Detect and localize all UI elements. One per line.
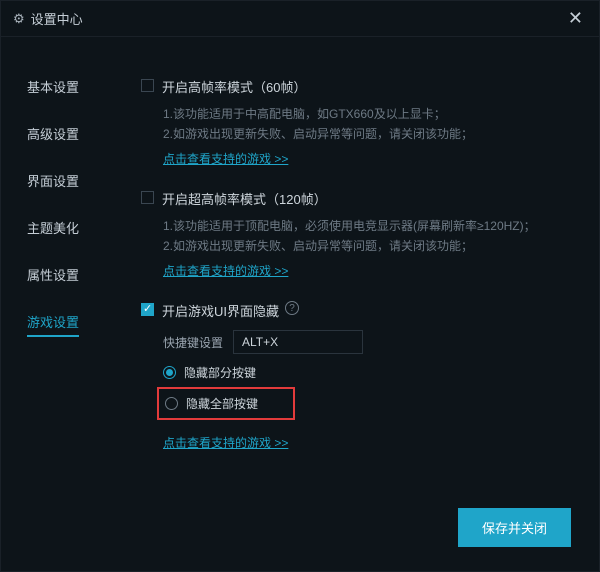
section-ultra-fps: 开启超高帧率模式（120帧） 1.该功能适用于顶配电脑，必须使用电竞显示器(屏幕… <box>141 189 579 279</box>
ultra-fps-link[interactable]: 点击查看支持的游戏 >> <box>163 262 288 279</box>
radio-label-all: 隐藏全部按键 <box>186 395 258 412</box>
radio-hide-all[interactable]: 隐藏全部按键 <box>165 395 279 412</box>
highlight-box: 隐藏全部按键 <box>157 387 295 420</box>
high-fps-link[interactable]: 点击查看支持的游戏 >> <box>163 150 288 167</box>
sidebar-item-basic[interactable]: 基本设置 <box>27 77 79 96</box>
radio-hide-partial[interactable]: 隐藏部分按键 <box>163 364 579 381</box>
sidebar-item-ui[interactable]: 界面设置 <box>27 171 79 190</box>
sidebar-item-advanced[interactable]: 高级设置 <box>27 124 79 143</box>
section-hide-ui: 开启游戏UI界面隐藏 ? 快捷键设置 隐藏部分按键 隐藏全部按键 点击查看支持的… <box>141 301 579 451</box>
high-fps-desc2: 2.如游戏出现更新失败、启动异常等问题，请关闭该功能； <box>163 124 579 144</box>
window-title: 设置中心 <box>31 9 83 28</box>
sidebar-item-game[interactable]: 游戏设置 <box>27 312 79 337</box>
ultra-fps-desc1: 1.该功能适用于顶配电脑，必须使用电竞显示器(屏幕刷新率≥120HZ)； <box>163 216 579 236</box>
close-icon[interactable]: ✕ <box>564 8 587 29</box>
checkbox-high-fps[interactable] <box>141 79 154 92</box>
hide-ui-title: 开启游戏UI界面隐藏 <box>162 301 279 320</box>
radio-icon-all <box>165 397 178 410</box>
checkbox-ultra-fps[interactable] <box>141 191 154 204</box>
gear-icon: ⚙ <box>13 11 25 27</box>
shortcut-label: 快捷键设置 <box>163 334 223 351</box>
high-fps-desc1: 1.该功能适用于中高配电脑，如GTX660及以上显卡； <box>163 104 579 124</box>
radio-label-partial: 隐藏部分按键 <box>184 364 256 381</box>
checkbox-hide-ui[interactable] <box>141 303 154 316</box>
content-pane: 开启高帧率模式（60帧） 1.该功能适用于中高配电脑，如GTX660及以上显卡；… <box>111 37 599 571</box>
sidebar-item-property[interactable]: 属性设置 <box>27 265 79 284</box>
section-high-fps: 开启高帧率模式（60帧） 1.该功能适用于中高配电脑，如GTX660及以上显卡；… <box>141 77 579 167</box>
ultra-fps-title: 开启超高帧率模式（120帧） <box>162 189 327 208</box>
hide-ui-link[interactable]: 点击查看支持的游戏 >> <box>163 434 288 451</box>
shortcut-input[interactable] <box>233 330 363 354</box>
sidebar: 基本设置 高级设置 界面设置 主题美化 属性设置 游戏设置 <box>1 37 111 571</box>
sidebar-item-theme[interactable]: 主题美化 <box>27 218 79 237</box>
help-icon[interactable]: ? <box>285 301 299 315</box>
save-button[interactable]: 保存并关闭 <box>458 508 571 547</box>
ultra-fps-desc2: 2.如游戏出现更新失败、启动异常等问题，请关闭该功能； <box>163 236 579 256</box>
radio-icon-partial <box>163 366 176 379</box>
high-fps-title: 开启高帧率模式（60帧） <box>162 77 306 96</box>
